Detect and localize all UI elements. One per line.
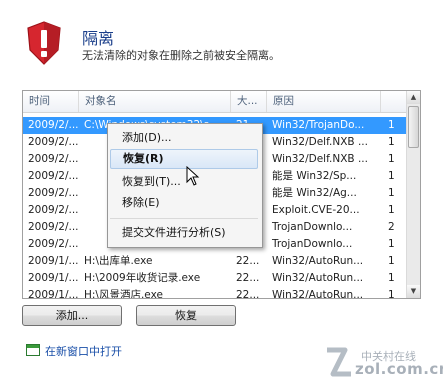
cell-time: 2009/1/...	[28, 255, 79, 267]
table-row[interactable]: 2009/1/... H:\出库单.exe 22... Win32/AutoRu…	[23, 253, 407, 270]
table-row[interactable]: 2009/1/... H:\风景酒店.exe 22... Win32/AutoR…	[23, 287, 407, 299]
cell-reason: TrojanDownlo...	[272, 221, 353, 233]
cell-reason: Win32/AutoRun...	[272, 289, 364, 299]
cell-object-name: H:\2009年收货记录.exe	[84, 272, 201, 284]
new-window-icon	[26, 344, 40, 356]
column-header-count[interactable]	[381, 91, 407, 112]
table-row[interactable]: 2009/1/... H:\2009年收货记录.exe 22... Win32/…	[23, 270, 407, 287]
open-in-new-window-link[interactable]: 在新窗口中打开	[26, 343, 122, 359]
shield-icon	[27, 21, 61, 65]
cell-time: 2009/2/...	[28, 170, 79, 182]
menu-item-remove[interactable]: 移除(E)	[110, 193, 258, 213]
cell-count: 1	[388, 153, 395, 165]
cell-reason: Win32/TrojanDo...	[272, 119, 365, 131]
scroll-down-icon[interactable]: ▼	[407, 285, 420, 298]
cell-reason: Win32/AutoRun...	[272, 272, 364, 284]
cell-count: 1	[388, 170, 395, 182]
cell-reason: Win32/Delf.NXB ...	[272, 136, 368, 148]
cell-time: 2009/2/...	[28, 136, 79, 148]
cell-time: 2009/2/...	[28, 153, 79, 165]
cell-reason: 能是 Win32/Sp...	[272, 170, 357, 182]
cell-reason: Win32/Delf.NXB ...	[272, 153, 368, 165]
cell-time: 2009/2/...	[28, 238, 79, 250]
menu-item-restore-to[interactable]: 恢复到(T)...	[110, 172, 258, 192]
cell-time: 2009/2/...	[28, 204, 79, 216]
cell-count: 1	[388, 255, 395, 267]
cell-time: 2009/1/...	[28, 272, 79, 284]
cell-reason: 能是 Win32/Ag...	[272, 187, 357, 199]
watermark-logo	[327, 347, 351, 377]
menu-item-submit-for-analysis[interactable]: 提交文件进行分析(S)	[110, 223, 258, 243]
open-in-new-window-label: 在新窗口中打开	[45, 345, 122, 358]
column-header-reason[interactable]: 原因	[267, 91, 381, 112]
cell-count: 1	[388, 238, 395, 250]
cell-size: 22...	[236, 272, 260, 284]
cell-reason: Win32/AutoRun...	[272, 255, 364, 267]
cell-count: 1	[388, 272, 395, 284]
page-title: 隔离	[82, 29, 115, 48]
watermark-text-en: zol.com.cn	[355, 360, 443, 378]
menu-item-restore[interactable]: 恢复(R)	[110, 149, 258, 169]
cell-count: 1	[388, 136, 395, 148]
cell-time: 2009/2/...	[28, 187, 79, 199]
restore-button[interactable]: 恢复	[136, 305, 236, 326]
column-header-size[interactable]: 大...	[231, 91, 267, 112]
scrollbar-thumb[interactable]	[408, 106, 419, 148]
watermark: 中关村在线 zol.com.cn	[327, 344, 443, 384]
menu-item-add[interactable]: 添加(D)...	[110, 128, 258, 148]
cell-object-name: H:\风景酒店.exe	[84, 289, 163, 299]
column-header-time[interactable]: 时间	[23, 91, 79, 112]
cell-count: 1	[388, 204, 395, 216]
cell-count: 1	[388, 119, 395, 131]
page-subtitle: 无法清除的对象在删除之前被安全隔离。	[82, 49, 280, 62]
cell-count: 2	[388, 221, 395, 233]
context-menu: 添加(D)... 恢复(R) 恢复到(T)... 移除(E) 提交文件进行分析(…	[107, 123, 263, 248]
cell-time: 2009/1/...	[28, 289, 79, 299]
cell-size: 22...	[236, 289, 260, 299]
cell-time: 2009/2/...	[28, 221, 79, 233]
cell-count: 1	[388, 187, 395, 199]
list-header: 时间 对象名 大... 原因	[23, 91, 407, 113]
scroll-up-icon[interactable]: ▲	[407, 91, 420, 104]
menu-separator	[110, 218, 258, 219]
cursor-icon	[186, 166, 200, 186]
cell-count: 1	[388, 289, 395, 299]
cell-time: 2009/2/...	[28, 119, 79, 131]
cell-reason: Exploit.CVE-20...	[272, 204, 360, 216]
vertical-scrollbar[interactable]: ▲ ▼	[406, 91, 420, 298]
cell-reason: TrojanDownlo...	[272, 238, 353, 250]
cell-object-name: H:\出库单.exe	[84, 255, 153, 267]
add-button[interactable]: 添加...	[22, 305, 122, 326]
column-header-object-name[interactable]: 对象名	[79, 91, 231, 112]
cell-size: 22...	[236, 255, 260, 267]
